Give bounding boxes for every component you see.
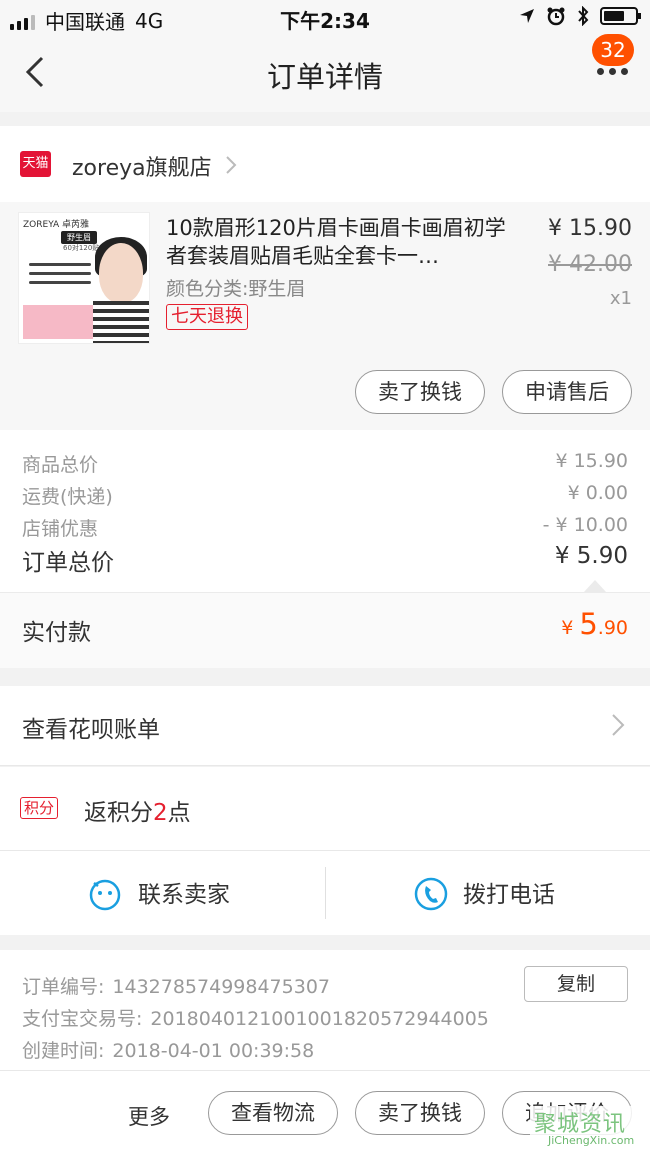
product-sku: 颜色分类:野生眉 bbox=[166, 278, 306, 300]
store-name[interactable]: zoreya旗舰店 bbox=[72, 150, 212, 182]
resell-bottom-button[interactable]: 卖了换钱 bbox=[355, 1091, 485, 1135]
order-number-label: 订单编号: bbox=[22, 976, 105, 998]
contact-seller-button[interactable]: 联系卖家 bbox=[0, 851, 325, 935]
summary-label: 运费(快递) bbox=[22, 486, 113, 508]
summary-row-total: 订单总价 ¥ 5.90 bbox=[22, 543, 628, 577]
contact-seller-label[interactable]: 联系卖家 bbox=[138, 875, 230, 909]
paid-currency: ¥ bbox=[561, 617, 580, 639]
watermark-url: JiChengXin.com bbox=[548, 1134, 635, 1147]
created-time-row: 创建时间: 2018-04-01 00:39:58 bbox=[22, 1036, 314, 1063]
order-number-row: 订单编号: 143278574998475307 bbox=[22, 972, 330, 999]
resell-button[interactable]: 卖了换钱 bbox=[355, 370, 485, 414]
status-right bbox=[518, 6, 641, 26]
page-title: 订单详情 bbox=[266, 60, 383, 94]
chat-face-icon bbox=[89, 879, 121, 911]
summary-label: 店铺优惠 bbox=[22, 518, 99, 540]
paid-amount: ¥ 5.90 bbox=[561, 607, 628, 641]
huabei-label[interactable]: 查看花呗账单 bbox=[22, 710, 160, 744]
store-row[interactable]: 天猫 zoreya旗舰店 bbox=[0, 126, 650, 202]
summary-value: ¥ 0.00 bbox=[567, 482, 628, 504]
summary-row-goods: 商品总价 ¥ 15.90 bbox=[22, 450, 628, 477]
price-summary: 商品总价 ¥ 15.90 运费(快递) ¥ 0.00 店铺优惠 - ¥ 10.0… bbox=[0, 430, 650, 592]
order-info: 订单编号: 143278574998475307 支付宝交易号: 201804012… bbox=[0, 950, 650, 1070]
more-actions-button[interactable]: 更多 bbox=[128, 1101, 170, 1131]
navigation-bar: 订单详情 32 bbox=[0, 34, 650, 112]
points-suffix: 点 bbox=[167, 800, 191, 826]
paid-decimal: .90 bbox=[597, 617, 628, 639]
paid-amount-row: 实付款 ¥ 5.90 bbox=[0, 592, 650, 668]
paid-label: 实付款 bbox=[22, 620, 91, 646]
call-phone-button[interactable]: 拨打电话 bbox=[326, 851, 650, 935]
points-number: 2 bbox=[153, 800, 168, 826]
points-tag: 积分 bbox=[20, 797, 59, 819]
summary-label: 商品总价 bbox=[22, 454, 99, 476]
status-bar: 中国联通 4G 下午2:34 bbox=[0, 0, 650, 36]
product-item[interactable]: ZOREYA 卓芮雅 野生眉 60对120贴 10款眉形120片眉卡画眉卡画眉初… bbox=[0, 202, 650, 430]
contact-row: 联系卖家 拨打电话 bbox=[0, 851, 650, 935]
message-badge: 32 bbox=[592, 34, 634, 66]
product-original-price: ¥ 42.00 bbox=[548, 252, 632, 277]
thumb-sub: 60对120贴 bbox=[63, 244, 100, 252]
location-icon bbox=[520, 9, 534, 23]
product-thumbnail[interactable]: ZOREYA 卓芮雅 野生眉 60对120贴 bbox=[18, 212, 150, 344]
product-box-image bbox=[23, 305, 99, 339]
eyebrow-samples bbox=[25, 257, 95, 290]
paid-integer: 5 bbox=[579, 607, 598, 641]
alipay-number-value: 2018040121001001820572944005 bbox=[150, 1008, 489, 1030]
chevron-right-icon bbox=[612, 714, 625, 736]
bluetooth-icon bbox=[578, 6, 589, 26]
points-prefix: 返积分 bbox=[84, 800, 153, 826]
phone-icon bbox=[414, 877, 448, 911]
product-quantity: x1 bbox=[609, 288, 632, 309]
battery-icon bbox=[600, 7, 641, 25]
notch-arrow bbox=[584, 580, 606, 592]
huabei-bill-row[interactable]: 查看花呗账单 bbox=[0, 686, 650, 766]
order-number-value: 143278574998475307 bbox=[112, 976, 330, 998]
alipay-number-label: 支付宝交易号: bbox=[22, 1008, 143, 1030]
summary-row-shipping: 运费(快递) ¥ 0.00 bbox=[22, 482, 628, 509]
order-total-label: 订单总价 bbox=[22, 550, 114, 576]
view-logistics-button[interactable]: 查看物流 bbox=[208, 1091, 338, 1135]
chevron-right-icon bbox=[226, 156, 237, 174]
model-shirt bbox=[93, 301, 149, 343]
product-title[interactable]: 10款眉形120片眉卡画眉卡画眉初学者套装眉贴眉毛贴全套卡一… bbox=[166, 214, 516, 270]
call-phone-label[interactable]: 拨打电话 bbox=[463, 875, 555, 909]
created-time-value: 2018-04-01 00:39:58 bbox=[112, 1040, 315, 1062]
thumb-brand: ZOREYA 卓芮雅 bbox=[23, 220, 90, 230]
summary-row-discount: 店铺优惠 - ¥ 10.00 bbox=[22, 514, 628, 541]
tmall-logo: 天猫 bbox=[20, 151, 51, 177]
return-policy-badge: 七天退换 bbox=[166, 304, 248, 330]
created-time-label: 创建时间: bbox=[22, 1040, 105, 1062]
order-total-value: ¥ 5.90 bbox=[554, 543, 628, 569]
more-menu-icon[interactable] bbox=[597, 68, 628, 75]
alarm-icon bbox=[547, 7, 565, 26]
alipay-number-row: 支付宝交易号: 2018040121001001820572944005 bbox=[22, 1004, 489, 1031]
copy-button[interactable]: 复制 bbox=[524, 966, 628, 1002]
product-price: ¥ 15.90 bbox=[548, 216, 632, 241]
summary-value: - ¥ 10.00 bbox=[542, 514, 628, 536]
model-face bbox=[99, 243, 143, 303]
points-row: 积分 返积分2点 bbox=[0, 767, 650, 851]
summary-value: ¥ 15.90 bbox=[555, 450, 628, 472]
points-label: 返积分2点 bbox=[84, 793, 191, 827]
after-sales-button[interactable]: 申请售后 bbox=[502, 370, 632, 414]
site-watermark: 聚城资讯 JiChengXin.com bbox=[530, 1106, 642, 1150]
